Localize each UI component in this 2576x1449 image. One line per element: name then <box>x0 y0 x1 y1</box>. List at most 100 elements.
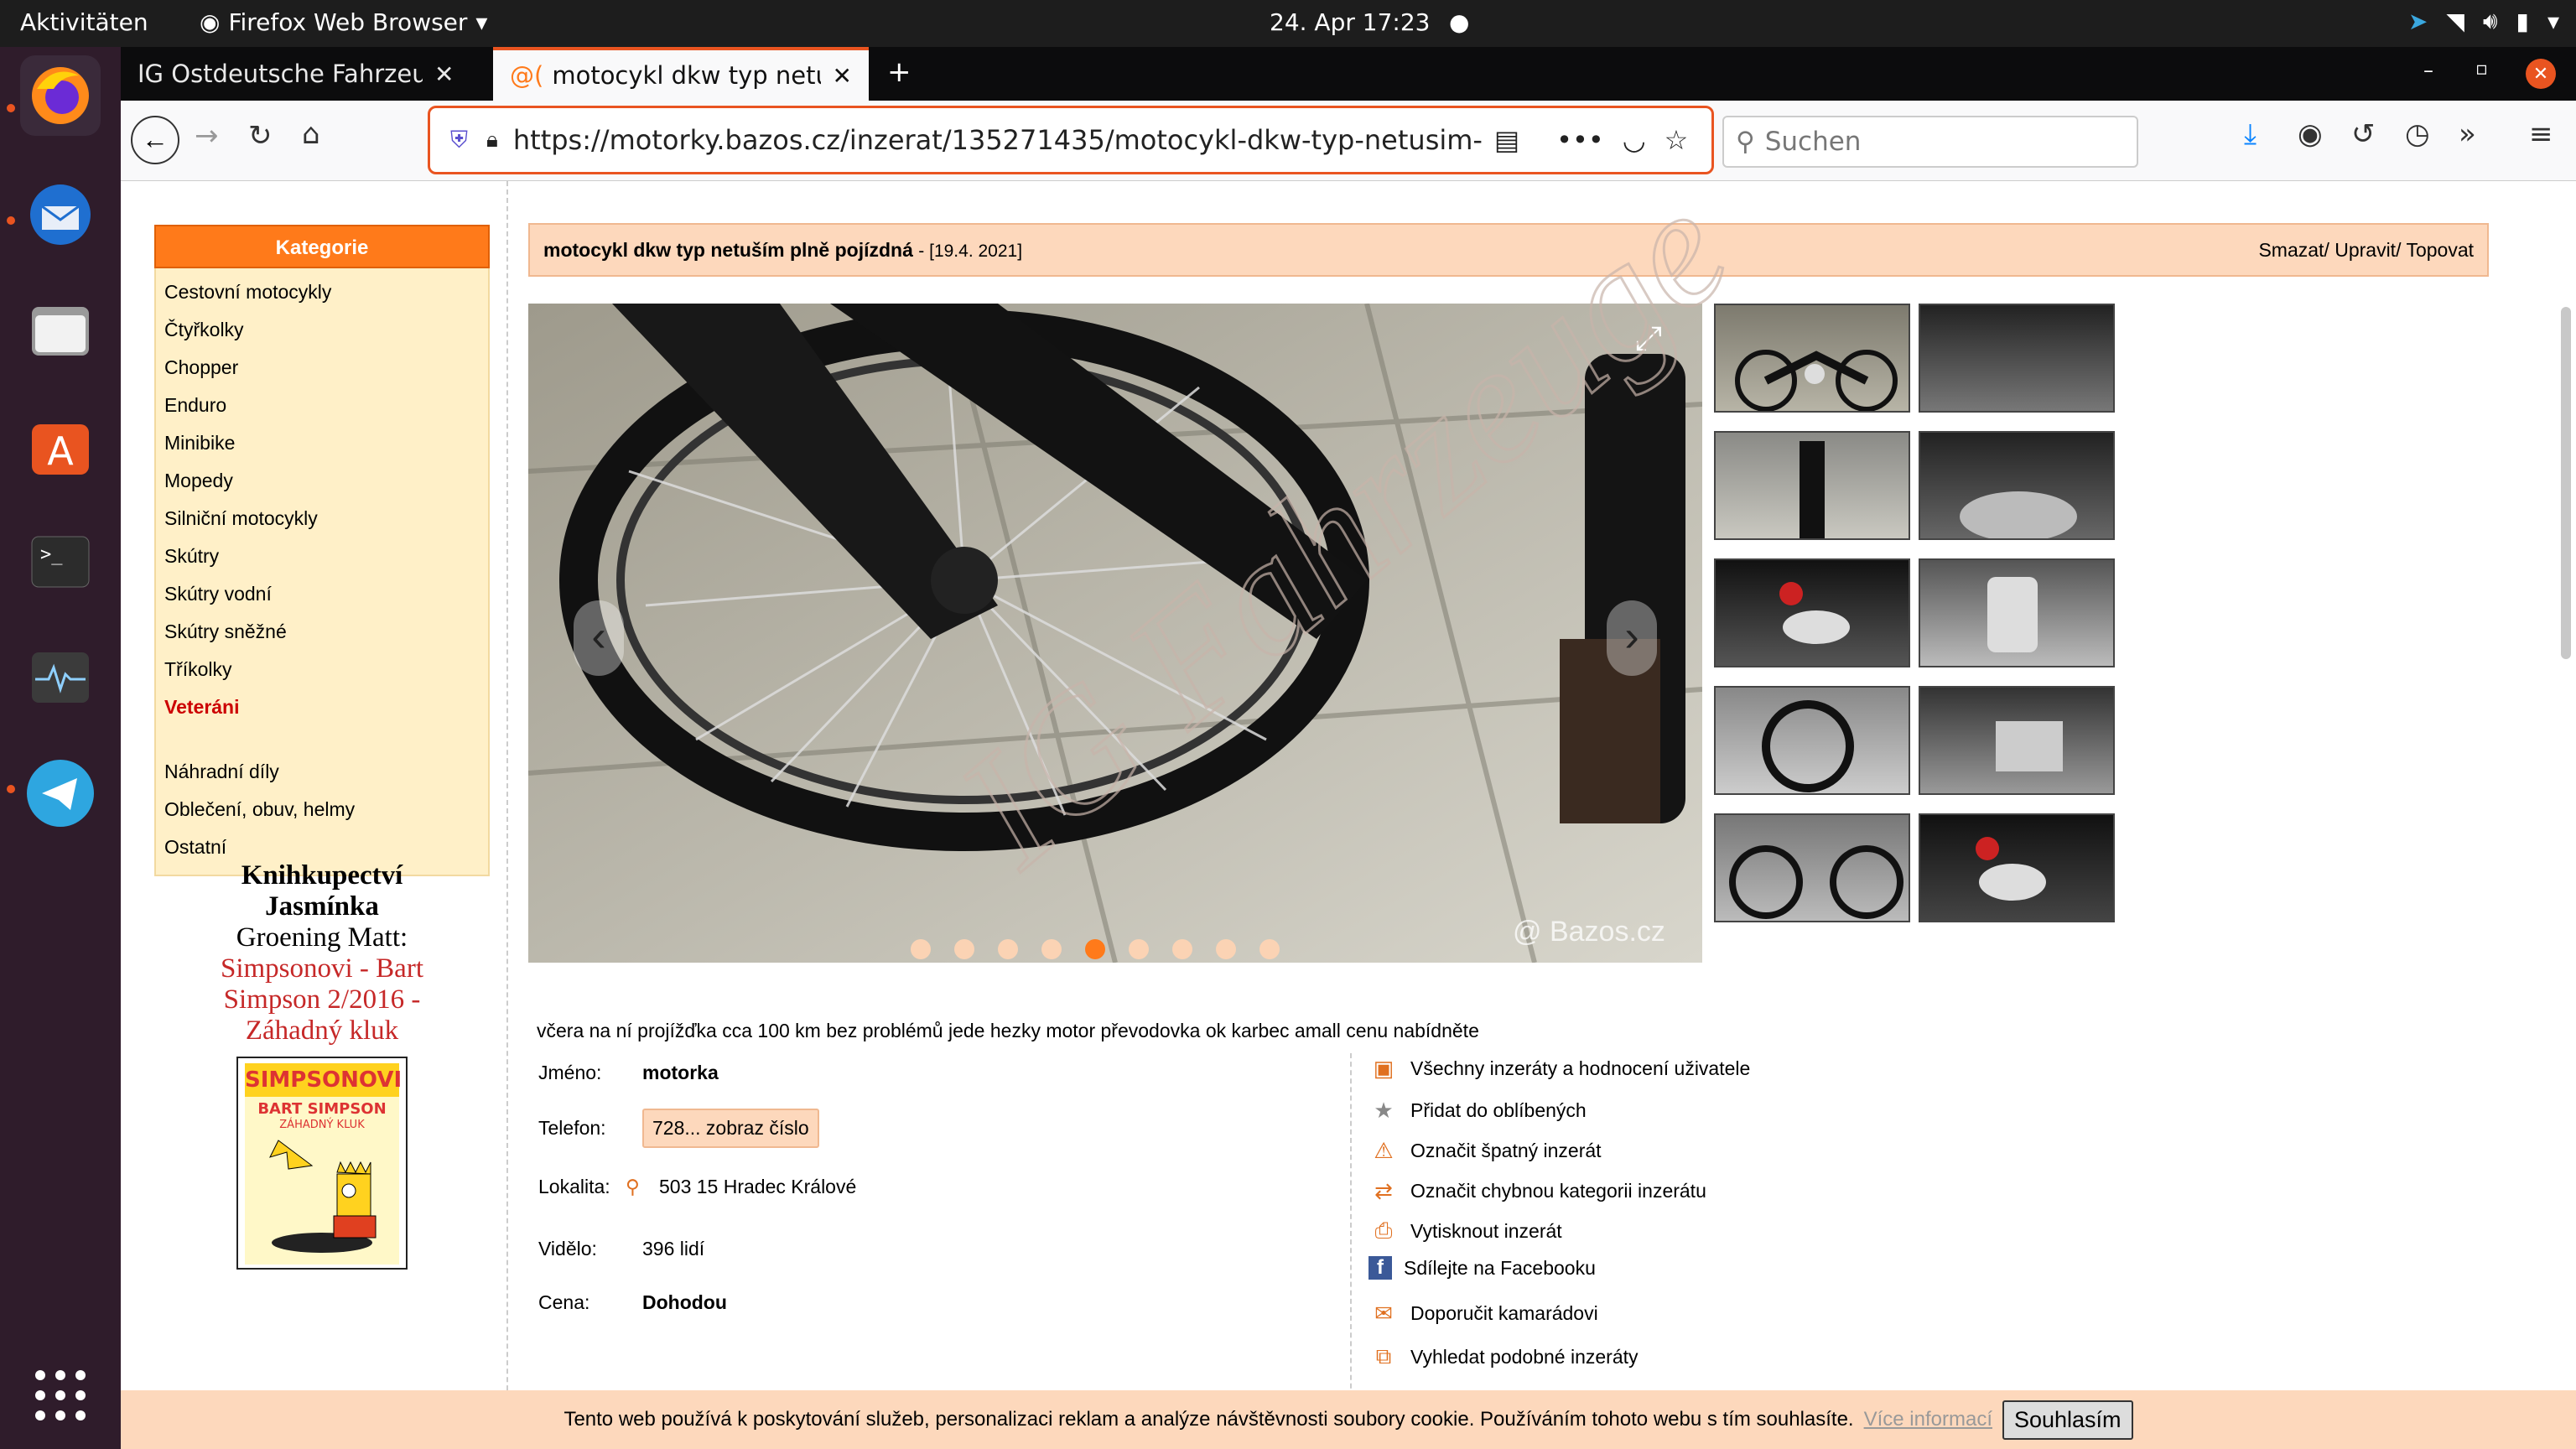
close-tab-icon[interactable]: ✕ <box>833 62 852 90</box>
map-pin-icon[interactable]: ⚲ <box>626 1176 640 1198</box>
lock-icon[interactable]: 🔒︎ <box>486 127 498 153</box>
book-ad[interactable]: Knihkupectví Jasmínka Groening Matt: Sim… <box>154 860 490 1270</box>
gallery-dot[interactable] <box>1172 939 1192 959</box>
link-label[interactable]: Vyhledat podobné inzeráty <box>1410 1346 1639 1368</box>
book-title[interactable]: Simpsonovi - Bart Simpson 2/2016 - Záhad… <box>196 953 448 1046</box>
close-tab-icon[interactable]: ✕ <box>434 60 454 88</box>
clock-icon[interactable]: ◷ <box>2405 117 2430 151</box>
gallery-prev-icon[interactable]: ‹ <box>574 600 624 676</box>
tracking-shield-icon[interactable]: ⛨ <box>450 126 468 154</box>
link-label[interactable]: Všechny inzeráty a hodnocení uživatele <box>1410 1057 1750 1080</box>
show-apps-icon[interactable] <box>20 1355 101 1436</box>
print-link[interactable]: ⎙ Vytisknout inzerát <box>1368 1216 1562 1246</box>
pocket-icon[interactable]: ◡ <box>1623 124 1646 156</box>
category-link[interactable]: Chopper <box>164 349 480 387</box>
home-icon[interactable]: ⌂ <box>302 117 320 151</box>
cookie-accept-button[interactable]: Souhlasím <box>2002 1400 2133 1440</box>
main-photo[interactable]: ‹ › ⤢ @ Bazos.cz <box>528 304 1702 963</box>
category-link[interactable]: Skútry <box>164 538 480 575</box>
overflow-chevron-icon[interactable]: » <box>2459 117 2476 151</box>
link-label[interactable]: Označit špatný inzerát <box>1410 1140 1602 1162</box>
system-tray[interactable]: ➤ ◥ 🔊︎ ▮ ▾ <box>2408 7 2559 35</box>
power-menu-icon[interactable]: ▾ <box>2547 8 2559 35</box>
downloads-icon[interactable]: ⤓ <box>2244 117 2257 151</box>
software-dock-icon[interactable]: A <box>20 406 101 486</box>
cookie-more-link[interactable]: Více informací <box>1864 1408 1992 1431</box>
category-link[interactable]: Čtyřkolky <box>164 311 480 349</box>
reload-icon[interactable]: ↻ <box>248 119 273 153</box>
telegram-tray-icon[interactable]: ➤ <box>2408 8 2428 35</box>
link-label[interactable]: Označit chybnou kategorii inzerátu <box>1410 1180 1706 1202</box>
scrollbar[interactable] <box>2561 307 2571 659</box>
back-icon[interactable]: ← <box>131 116 179 164</box>
tab-ig-ostdeutsche[interactable]: IG Ostdeutsche Fahrzeuge - ✕ <box>121 47 493 101</box>
new-tab-icon[interactable]: + <box>887 55 911 89</box>
show-phone-button[interactable]: 728... zobraz číslo <box>642 1109 819 1148</box>
gallery-dot[interactable] <box>1216 939 1236 959</box>
thumbnail[interactable] <box>1919 558 2115 667</box>
recommend-link[interactable]: ✉ Doporučit kamarádovi <box>1368 1298 1598 1328</box>
system-monitor-dock-icon[interactable] <box>20 637 101 718</box>
thunderbird-dock-icon[interactable] <box>20 174 101 255</box>
files-dock-icon[interactable] <box>20 290 101 371</box>
link-label[interactable]: Vytisknout inzerát <box>1410 1220 1562 1243</box>
thumbnail[interactable] <box>1919 686 2115 795</box>
category-link[interactable]: Tříkolky <box>164 651 480 688</box>
firefox-dock-icon[interactable] <box>20 55 101 136</box>
url-text[interactable]: https://motorky.bazos.cz/inzerat/1352714… <box>513 124 1483 156</box>
category-link[interactable]: Enduro <box>164 387 480 424</box>
location-value[interactable]: 503 15 Hradec Králové <box>659 1176 856 1198</box>
listing-actions-link[interactable]: Smazat/ Upravit/ Topovat <box>2258 239 2474 262</box>
link-label[interactable]: Přidat do oblíbených <box>1410 1099 1587 1122</box>
gallery-next-icon[interactable]: › <box>1607 600 1657 676</box>
gallery-dot-active[interactable] <box>1085 939 1105 959</box>
all-listings-link[interactable]: ▣ Všechny inzeráty a hodnocení uživatele <box>1368 1053 1751 1083</box>
page-actions-icon[interactable]: ••• <box>1556 124 1604 156</box>
menu-hamburger-icon[interactable]: ≡ <box>2529 117 2553 151</box>
link-label[interactable]: Doporučit kamarádovi <box>1410 1302 1598 1325</box>
thumbnail[interactable] <box>1919 304 2115 413</box>
gallery-dot[interactable] <box>1259 939 1280 959</box>
thumbnail[interactable] <box>1919 431 2115 540</box>
thumbnail[interactable] <box>1919 813 2115 922</box>
telegram-dock-icon[interactable] <box>20 753 101 834</box>
add-favorite-link[interactable]: ★ Přidat do oblíbených <box>1368 1095 1587 1125</box>
book-cover-image[interactable]: SIMPSONOVI BART SIMPSON ZÁHADNÝ KLUK <box>236 1057 408 1270</box>
bookmark-star-icon[interactable]: ☆ <box>1665 124 1689 156</box>
gallery-dot[interactable] <box>954 939 974 959</box>
category-link-selected[interactable]: Veteráni <box>164 688 480 726</box>
gallery-dot[interactable] <box>1041 939 1062 959</box>
terminal-dock-icon[interactable]: >_ <box>20 522 101 602</box>
thumbnail[interactable] <box>1714 813 1910 922</box>
facebook-share-link[interactable]: f Sdílejte na Facebooku <box>1368 1256 1596 1280</box>
link-label[interactable]: Sdílejte na Facebooku <box>1404 1257 1596 1280</box>
category-link[interactable]: Silniční motocykly <box>164 500 480 538</box>
thumbnail[interactable] <box>1714 686 1910 795</box>
category-link[interactable]: Skútry sněžné <box>164 613 480 651</box>
maximize-window-icon[interactable]: ▫ <box>2475 59 2488 80</box>
report-link[interactable]: ⚠ Označit špatný inzerát <box>1368 1135 1602 1166</box>
activities-button[interactable]: Aktivitäten <box>20 8 148 36</box>
search-input[interactable]: ⚲ Suchen <box>1722 116 2138 168</box>
category-link[interactable]: Mopedy <box>164 462 480 500</box>
thumbnail[interactable] <box>1714 558 1910 667</box>
reader-view-icon[interactable]: ▤ <box>1494 124 1519 156</box>
gallery-dot[interactable] <box>911 939 931 959</box>
category-link[interactable]: Skútry vodní <box>164 575 480 613</box>
clock[interactable]: 24. Apr 17:23 <box>1270 8 1430 36</box>
gallery-dot[interactable] <box>1129 939 1149 959</box>
close-window-icon[interactable]: ✕ <box>2526 59 2556 89</box>
wrong-category-link[interactable]: ⇄ Označit chybnou kategorii inzerátu <box>1368 1176 1706 1206</box>
forward-icon[interactable]: → <box>195 119 219 153</box>
minimize-window-icon[interactable]: – <box>2423 59 2433 82</box>
category-link[interactable]: Cestovní motocykly <box>164 273 480 311</box>
account-icon[interactable]: ◉ <box>2298 117 2323 151</box>
book-shop[interactable]: Knihkupectví Jasmínka <box>221 860 423 922</box>
tab-motocykl[interactable]: @( motocykl dkw typ netuší ✕ <box>493 47 869 101</box>
category-link[interactable]: Minibike <box>164 424 480 462</box>
similar-listings-link[interactable]: ⧉ Vyhledat podobné inzeráty <box>1368 1342 1639 1372</box>
category-link[interactable]: Náhradní díly <box>164 753 480 791</box>
url-bar[interactable]: ⛨ 🔒︎ https://motorky.bazos.cz/inzerat/13… <box>428 106 1714 174</box>
fullscreen-icon[interactable]: ⤢ <box>1635 320 1662 358</box>
thumbnail[interactable] <box>1714 431 1910 540</box>
